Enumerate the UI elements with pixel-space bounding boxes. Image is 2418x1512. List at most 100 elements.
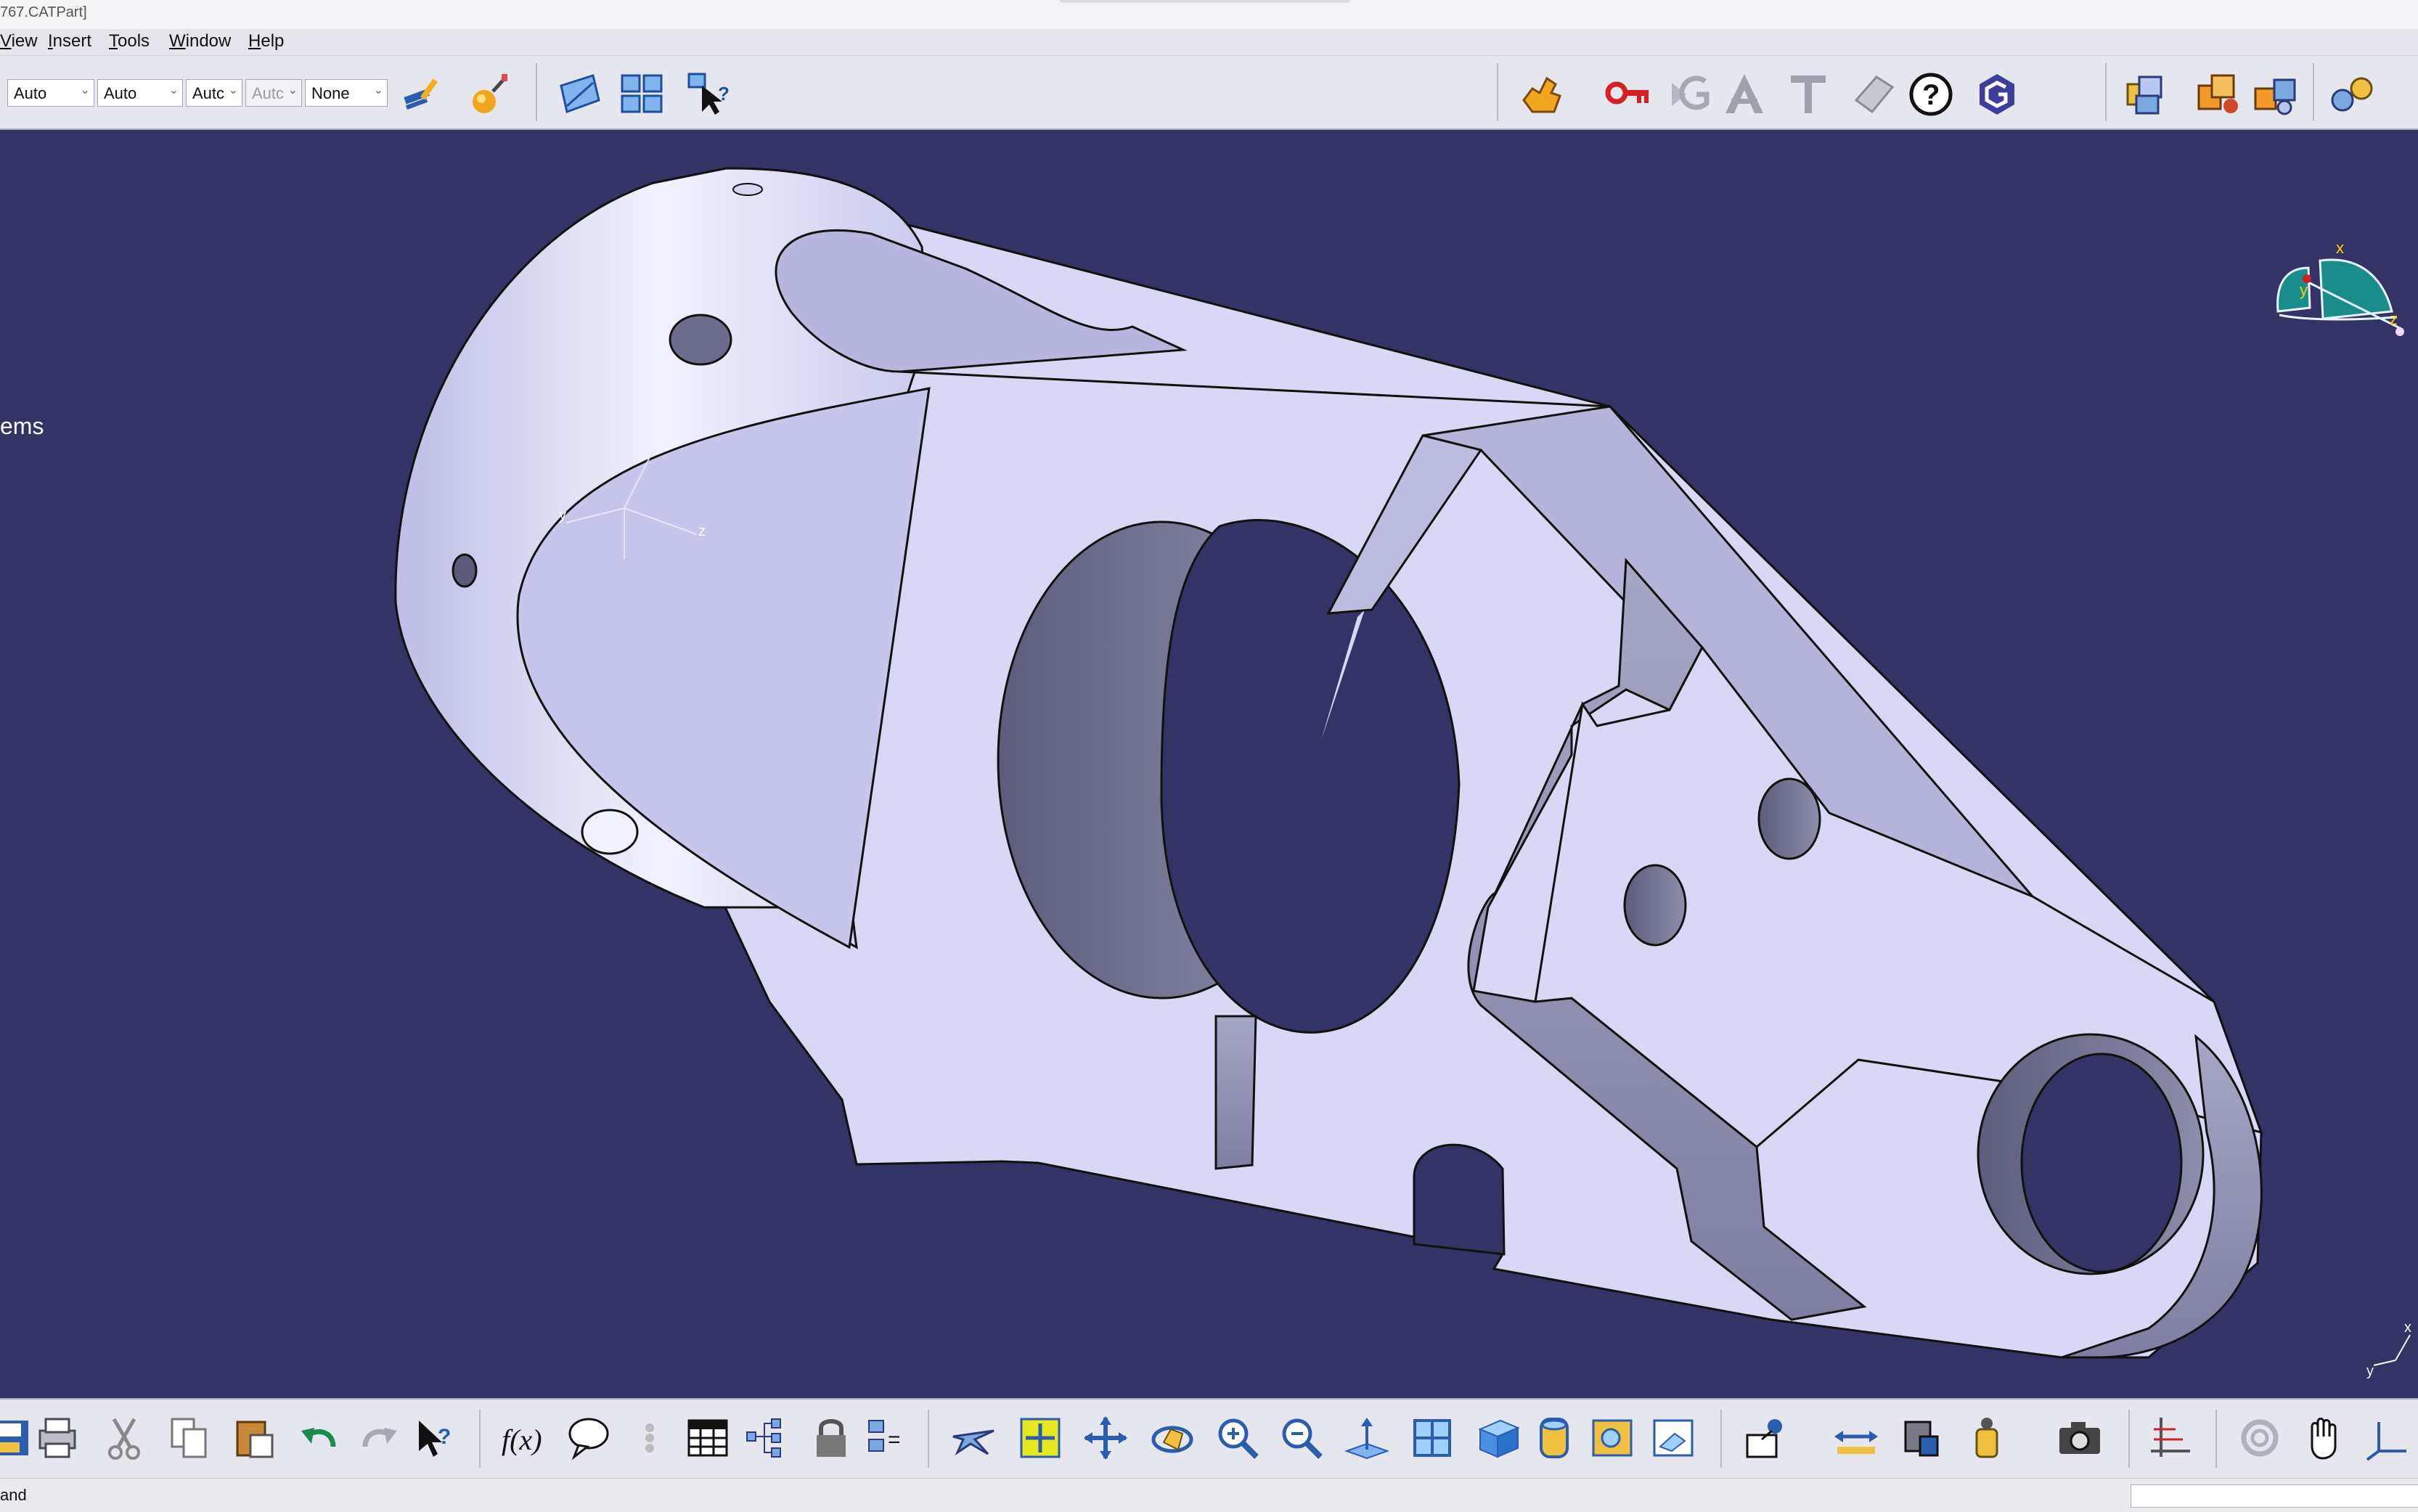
catia-g-icon[interactable] <box>1972 69 2022 120</box>
table-icon[interactable] <box>682 1413 733 1463</box>
tree-icon[interactable] <box>740 1413 791 1463</box>
swap-visible-icon[interactable] <box>1648 1413 1699 1463</box>
point-type-dropdown: Autc ⌄ <box>245 79 302 107</box>
bottom-toolbar: ? f(x) = <box>0 1398 2418 1479</box>
svg-text:?: ? <box>1922 79 1940 111</box>
corner-x-label: x <box>2404 1320 2411 1336</box>
rotate-icon[interactable] <box>1147 1413 1198 1463</box>
spheres-icon[interactable] <box>2327 69 2378 120</box>
parameters-icon[interactable]: = <box>861 1413 912 1463</box>
line-type-dropdown[interactable]: Auto ⌄ <box>97 79 183 107</box>
menu-tools[interactable]: Tools <box>109 31 150 52</box>
flange-hole <box>581 809 639 855</box>
toolbar-separator <box>928 1410 929 1468</box>
refresh-icon[interactable] <box>2234 1413 2285 1463</box>
hand-icon[interactable] <box>2300 1413 2350 1463</box>
flange-hole <box>669 314 732 366</box>
text-T-icon[interactable] <box>1783 69 1834 120</box>
print-icon[interactable] <box>32 1413 83 1463</box>
toolbar-separator <box>536 63 537 121</box>
fit-all-icon[interactable] <box>1015 1413 1066 1463</box>
whats-this-icon[interactable]: ? <box>409 1413 460 1463</box>
toolbar-separator <box>2105 63 2107 121</box>
comment-icon[interactable] <box>563 1413 614 1463</box>
zoom-out-icon[interactable] <box>1276 1413 1327 1463</box>
apply-material-icon[interactable] <box>465 69 515 120</box>
save-icon[interactable] <box>0 1413 36 1463</box>
menu-view[interactable]: View <box>0 31 38 52</box>
compass-icon[interactable]: x y z <box>2265 210 2410 348</box>
cut-icon[interactable] <box>99 1413 150 1463</box>
copy-icon[interactable] <box>164 1413 215 1463</box>
layer-dropdown[interactable]: Autc ⌄ <box>186 79 242 107</box>
menu-insert[interactable]: Insert <box>48 31 91 52</box>
whats-this-icon[interactable]: ? <box>684 69 735 120</box>
hand-tool-icon[interactable] <box>1516 69 1567 120</box>
capture-icon[interactable] <box>2054 1413 2105 1463</box>
status-bar: and <box>0 1478 2418 1512</box>
svg-text:?: ? <box>718 83 730 105</box>
shading-icon[interactable] <box>1529 1413 1580 1463</box>
toolbar-separator <box>1720 1410 1722 1468</box>
paste-icon[interactable] <box>229 1413 280 1463</box>
redo-icon[interactable] <box>353 1413 404 1463</box>
top-toolbar: Auto ⌄ Auto ⌄ Autc ⌄ Autc ⌄ None ⌄ ? ? <box>0 56 2418 130</box>
painter-brush-icon[interactable] <box>398 69 449 120</box>
compass-z-label: z <box>2390 310 2398 328</box>
knowledge-icon[interactable] <box>624 1413 675 1463</box>
sketch-plane-icon[interactable] <box>555 69 605 120</box>
a-icon[interactable] <box>1719 69 1770 120</box>
toolbar-separator <box>2215 1410 2217 1468</box>
corner-y-label: y <box>2366 1363 2374 1379</box>
3d-viewport[interactable]: ems y z x y z x y <box>0 130 2418 1398</box>
compass-y-label: y <box>2300 281 2308 299</box>
color-dropdown[interactable]: None ⌄ <box>305 79 388 107</box>
window-title: 767.CATPart] <box>0 4 87 20</box>
origin-y-label: y <box>559 507 566 523</box>
line-thickness-dropdown[interactable]: Auto ⌄ <box>7 79 94 107</box>
zoom-in-icon[interactable] <box>1212 1413 1263 1463</box>
pan-icon[interactable] <box>1080 1413 1131 1463</box>
help-circle-icon[interactable]: ? <box>1906 69 1956 120</box>
eraser-icon[interactable] <box>1848 69 1899 120</box>
catalog-icon[interactable] <box>2192 69 2243 120</box>
g-icon[interactable] <box>1667 69 1717 120</box>
pocket-hole <box>1623 864 1687 947</box>
toolbar-separator <box>2313 63 2314 121</box>
measure-between-icon[interactable] <box>1831 1413 1882 1463</box>
chevron-down-icon: ⌄ <box>228 84 238 97</box>
origin-z-label: z <box>698 523 706 539</box>
menu-window[interactable]: Window <box>169 31 231 52</box>
iso-view-icon[interactable] <box>1474 1413 1524 1463</box>
svg-text:?: ? <box>438 1425 451 1449</box>
undo-icon[interactable] <box>295 1413 346 1463</box>
hide-show-icon[interactable] <box>1587 1413 1638 1463</box>
measure-inertia-icon[interactable] <box>1961 1413 2012 1463</box>
svg-text:=: = <box>888 1428 901 1452</box>
command-input[interactable] <box>2131 1484 2418 1508</box>
normal-view-icon[interactable] <box>1341 1413 1392 1463</box>
multi-view-icon[interactable] <box>1407 1413 1458 1463</box>
flange-hole <box>732 183 763 196</box>
axis-system-icon[interactable] <box>2144 1413 2195 1463</box>
multi-view-icon[interactable] <box>617 69 668 120</box>
fly-icon[interactable] <box>948 1413 999 1463</box>
chevron-down-icon: ⌄ <box>373 84 383 97</box>
formula-fx-icon[interactable]: f(x) <box>498 1413 549 1463</box>
lower-slot <box>1413 1143 1506 1256</box>
lock-icon[interactable] <box>806 1413 857 1463</box>
measure-item-icon[interactable] <box>1896 1413 1947 1463</box>
assembly-icon[interactable] <box>2120 69 2170 120</box>
apply-material-icon[interactable] <box>1741 1413 1792 1463</box>
title-bar: 767.CATPart] <box>0 0 2418 29</box>
toolbar-separator <box>479 1410 481 1468</box>
menu-bar: View Insert Tools Window Help <box>0 29 2418 56</box>
chevron-down-icon: ⌄ <box>168 84 179 97</box>
parts-icon[interactable] <box>2250 69 2301 120</box>
menu-help[interactable]: Help <box>248 31 284 52</box>
chevron-down-icon: ⌄ <box>80 84 90 97</box>
key-icon[interactable] <box>1603 69 1654 120</box>
part-model[interactable]: y z <box>0 130 2418 1398</box>
compass-icon[interactable] <box>2362 1413 2413 1463</box>
flange-hole <box>452 553 478 588</box>
